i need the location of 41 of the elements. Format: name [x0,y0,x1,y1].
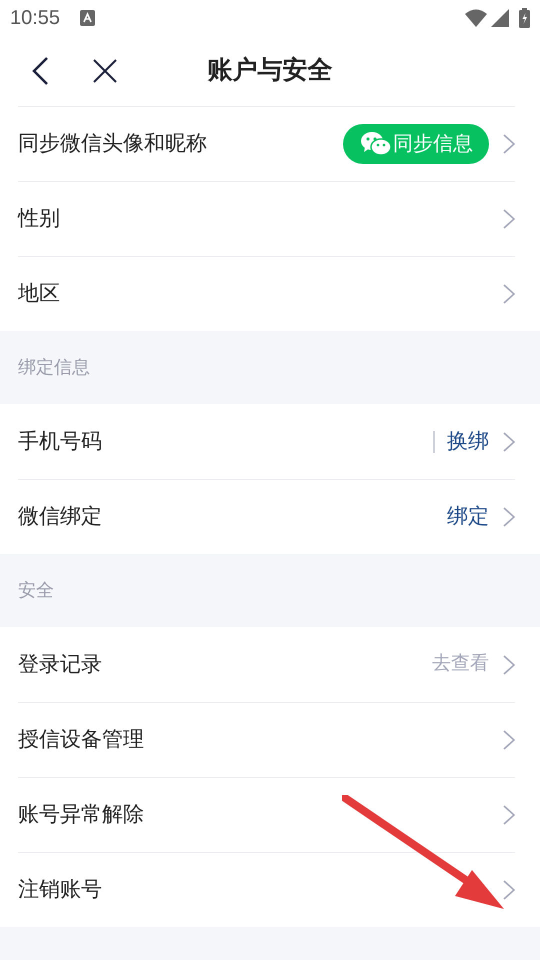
chevron-right-icon [503,654,515,674]
chevron-right-icon [503,209,515,229]
row-label: 性别 [18,206,61,232]
settings-row[interactable]: 性别 [18,181,515,256]
status-time: 10:55 [10,6,60,31]
close-icon [93,59,117,83]
row-label: 登录记录 [18,652,103,678]
settings-row[interactable]: 微信绑定 绑定 [18,479,515,554]
chevron-right-icon [503,880,515,900]
chevron-right-icon [503,432,515,452]
action-link[interactable]: 换绑 [447,426,489,458]
wifi-icon [465,9,487,27]
row-label: 同步微信头像和昵称 [18,131,208,158]
settings-row[interactable]: 登录记录 去查看 [18,627,515,702]
chevron-right-icon [503,805,515,825]
section-header: 安全 [18,579,54,602]
signal-icon [491,9,509,27]
settings-row[interactable]: 账号异常解除 [18,777,515,852]
page-title: 账户与安全 [208,55,332,86]
settings-row[interactable]: 地区 [18,256,515,331]
chevron-right-icon [503,730,515,750]
row-label: 地区 [18,281,61,308]
back-icon [32,57,48,85]
notification-icon [80,10,96,26]
chevron-right-icon [503,284,515,304]
row-hint: 去查看 [432,652,489,676]
chat-bubbles-icon [361,132,391,156]
row-label: 手机号码 [18,428,103,455]
row-label: 注销账号 [18,877,103,904]
close-button[interactable] [92,58,118,84]
action-link[interactable]: 绑定 [447,501,489,533]
chevron-right-icon [503,134,515,154]
settings-row[interactable]: 授信设备管理 [18,702,515,777]
row-label: 微信绑定 [18,504,103,530]
section-header: 绑定信息 [18,356,90,379]
settings-row[interactable]: 手机号码 换绑 [18,404,515,479]
row-label: 账号异常解除 [18,802,145,828]
row-label: 授信设备管理 [18,727,145,754]
settings-row[interactable]: 同步微信头像和昵称 同步信息 [18,106,515,181]
chevron-right-icon [503,507,515,527]
battery-icon [519,8,530,28]
